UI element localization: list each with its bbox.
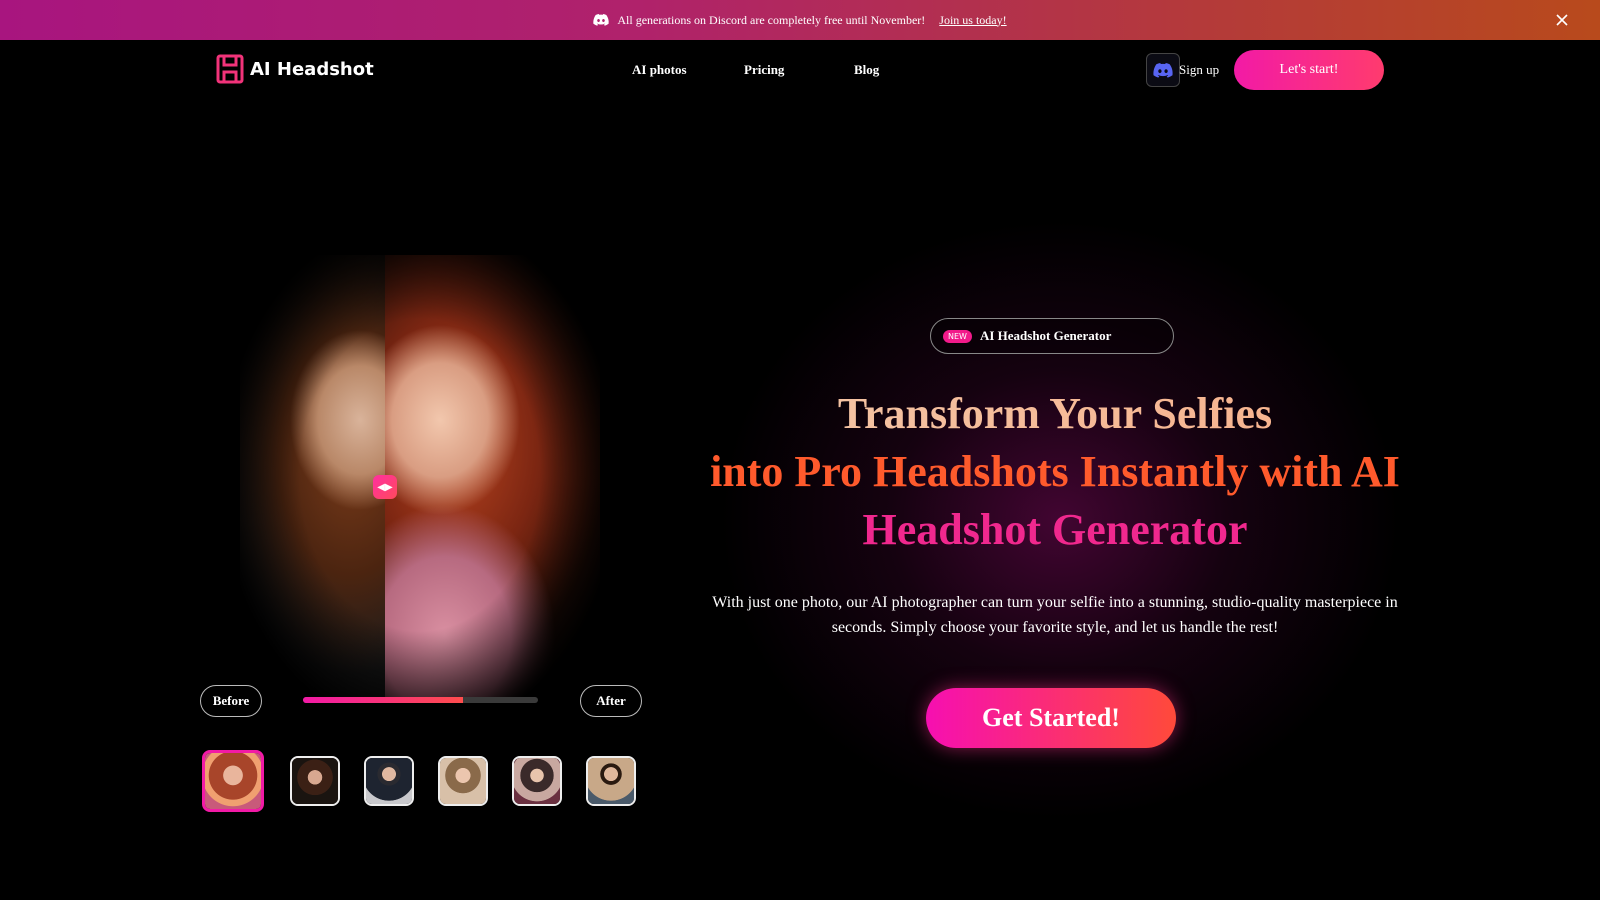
progress-fill <box>303 697 463 703</box>
signup-link[interactable]: Sign up <box>1179 62 1219 78</box>
thumbnail-5[interactable] <box>512 756 562 806</box>
new-badge: NEW <box>943 329 972 343</box>
discord-icon <box>593 14 610 26</box>
before-button[interactable]: Before <box>200 685 262 717</box>
thumbnail-4[interactable] <box>438 756 488 806</box>
get-started-button[interactable]: Get Started! <box>926 688 1176 748</box>
hero-headline: Transform Your Selfies into Pro Headshot… <box>690 385 1420 559</box>
comparison-slider-handle[interactable]: ◀▶ <box>373 475 397 499</box>
join-link[interactable]: Join us today! <box>939 13 1006 28</box>
thumbnail-3[interactable] <box>364 756 414 806</box>
product-badge: NEW AI Headshot Generator <box>930 318 1174 354</box>
nav-link-blog[interactable]: Blog <box>842 62 902 78</box>
badge-text: AI Headshot Generator <box>979 328 1112 343</box>
headline-line-2: into Pro Headshots Instantly with AI <box>710 447 1400 496</box>
thumbnail-6[interactable] <box>586 756 636 806</box>
logo-icon <box>216 54 244 84</box>
after-button[interactable]: After <box>580 685 642 717</box>
portrait-image <box>205 753 261 809</box>
logo-text: AI Headshot <box>250 58 374 80</box>
style-progress-bar <box>303 697 538 703</box>
arrows-left-right-icon: ◀▶ <box>377 481 393 493</box>
discord-icon <box>1153 62 1173 78</box>
thumbnail-1[interactable] <box>202 750 264 812</box>
portrait-image <box>292 758 338 804</box>
announcement-text: All generations on Discord are completel… <box>617 12 926 27</box>
logo[interactable]: AI Headshot <box>216 54 374 84</box>
nav-link-ai-photos[interactable]: AI photos <box>620 62 732 78</box>
nav-link-pricing[interactable]: Pricing <box>732 62 842 78</box>
portrait-image <box>588 758 634 804</box>
image-vignette <box>240 255 600 700</box>
close-icon[interactable] <box>1554 12 1570 28</box>
portrait-image <box>440 758 486 804</box>
thumbnail-2[interactable] <box>290 756 340 806</box>
nav-links: AI photos Pricing Blog <box>620 62 902 78</box>
discord-button[interactable] <box>1146 53 1180 87</box>
headline-line-3: Headshot Generator <box>862 505 1248 554</box>
lets-start-button[interactable]: Let's start! <box>1234 50 1384 90</box>
style-thumbnails <box>202 750 642 812</box>
headline-line-1: Transform Your Selfies <box>690 385 1420 443</box>
announcement-bar: All generations on Discord are completel… <box>0 0 1600 40</box>
before-after-image[interactable] <box>240 255 600 700</box>
portrait-image <box>514 758 560 804</box>
top-nav: AI Headshot AI photos Pricing Blog Sign … <box>0 40 1600 100</box>
hero-subtitle: With just one photo, our AI photographer… <box>712 594 1398 636</box>
portrait-image <box>366 758 412 804</box>
